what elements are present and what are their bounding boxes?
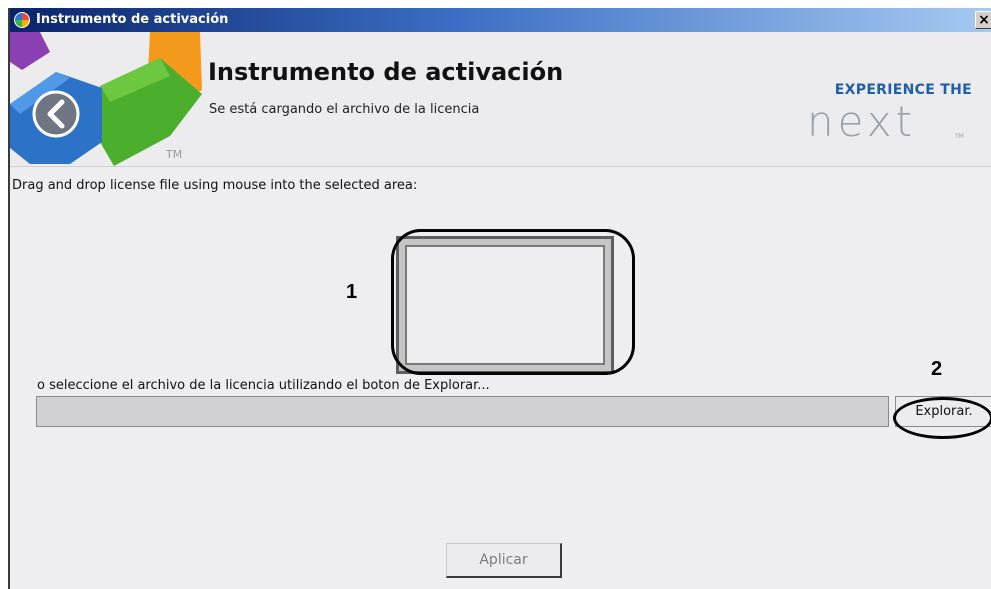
logo-graphic	[10, 32, 202, 166]
browse-button[interactable]: Explorar.	[895, 396, 991, 427]
svg-text:TM: TM	[954, 133, 964, 140]
back-arrow-icon	[32, 90, 80, 138]
license-drop-area[interactable]	[396, 236, 614, 374]
callout-number-2: 2	[931, 358, 943, 380]
page-subtitle: Se está cargando el archivo de la licenc…	[209, 102, 480, 117]
select-file-label: o seleccione el archivo de la licencia u…	[37, 378, 490, 393]
license-path-field[interactable]	[36, 396, 889, 427]
page-title: Instrumento de activación	[208, 58, 564, 86]
brand-next-logo: next TM	[807, 102, 964, 142]
activation-window: Instrumento de activación × TM Instrumen…	[8, 8, 991, 589]
product-logo: TM	[10, 32, 210, 166]
app-logo-icon	[14, 12, 30, 28]
brand-tagline: EXPERIENCE THE	[834, 82, 972, 98]
logo-trademark: TM	[166, 148, 183, 161]
header-banner: TM Instrumento de activación Se está car…	[10, 32, 991, 167]
close-button[interactable]: ×	[975, 11, 991, 29]
window-title: Instrumento de activación	[36, 12, 229, 27]
drag-drop-instructions: Drag and drop license file using mouse i…	[12, 178, 418, 193]
svg-text:next: next	[807, 102, 916, 142]
title-bar[interactable]: Instrumento de activación ×	[10, 8, 991, 32]
callout-number-1: 1	[346, 281, 358, 303]
drop-zone-inner[interactable]	[405, 245, 605, 365]
apply-button[interactable]: Aplicar	[446, 543, 562, 578]
